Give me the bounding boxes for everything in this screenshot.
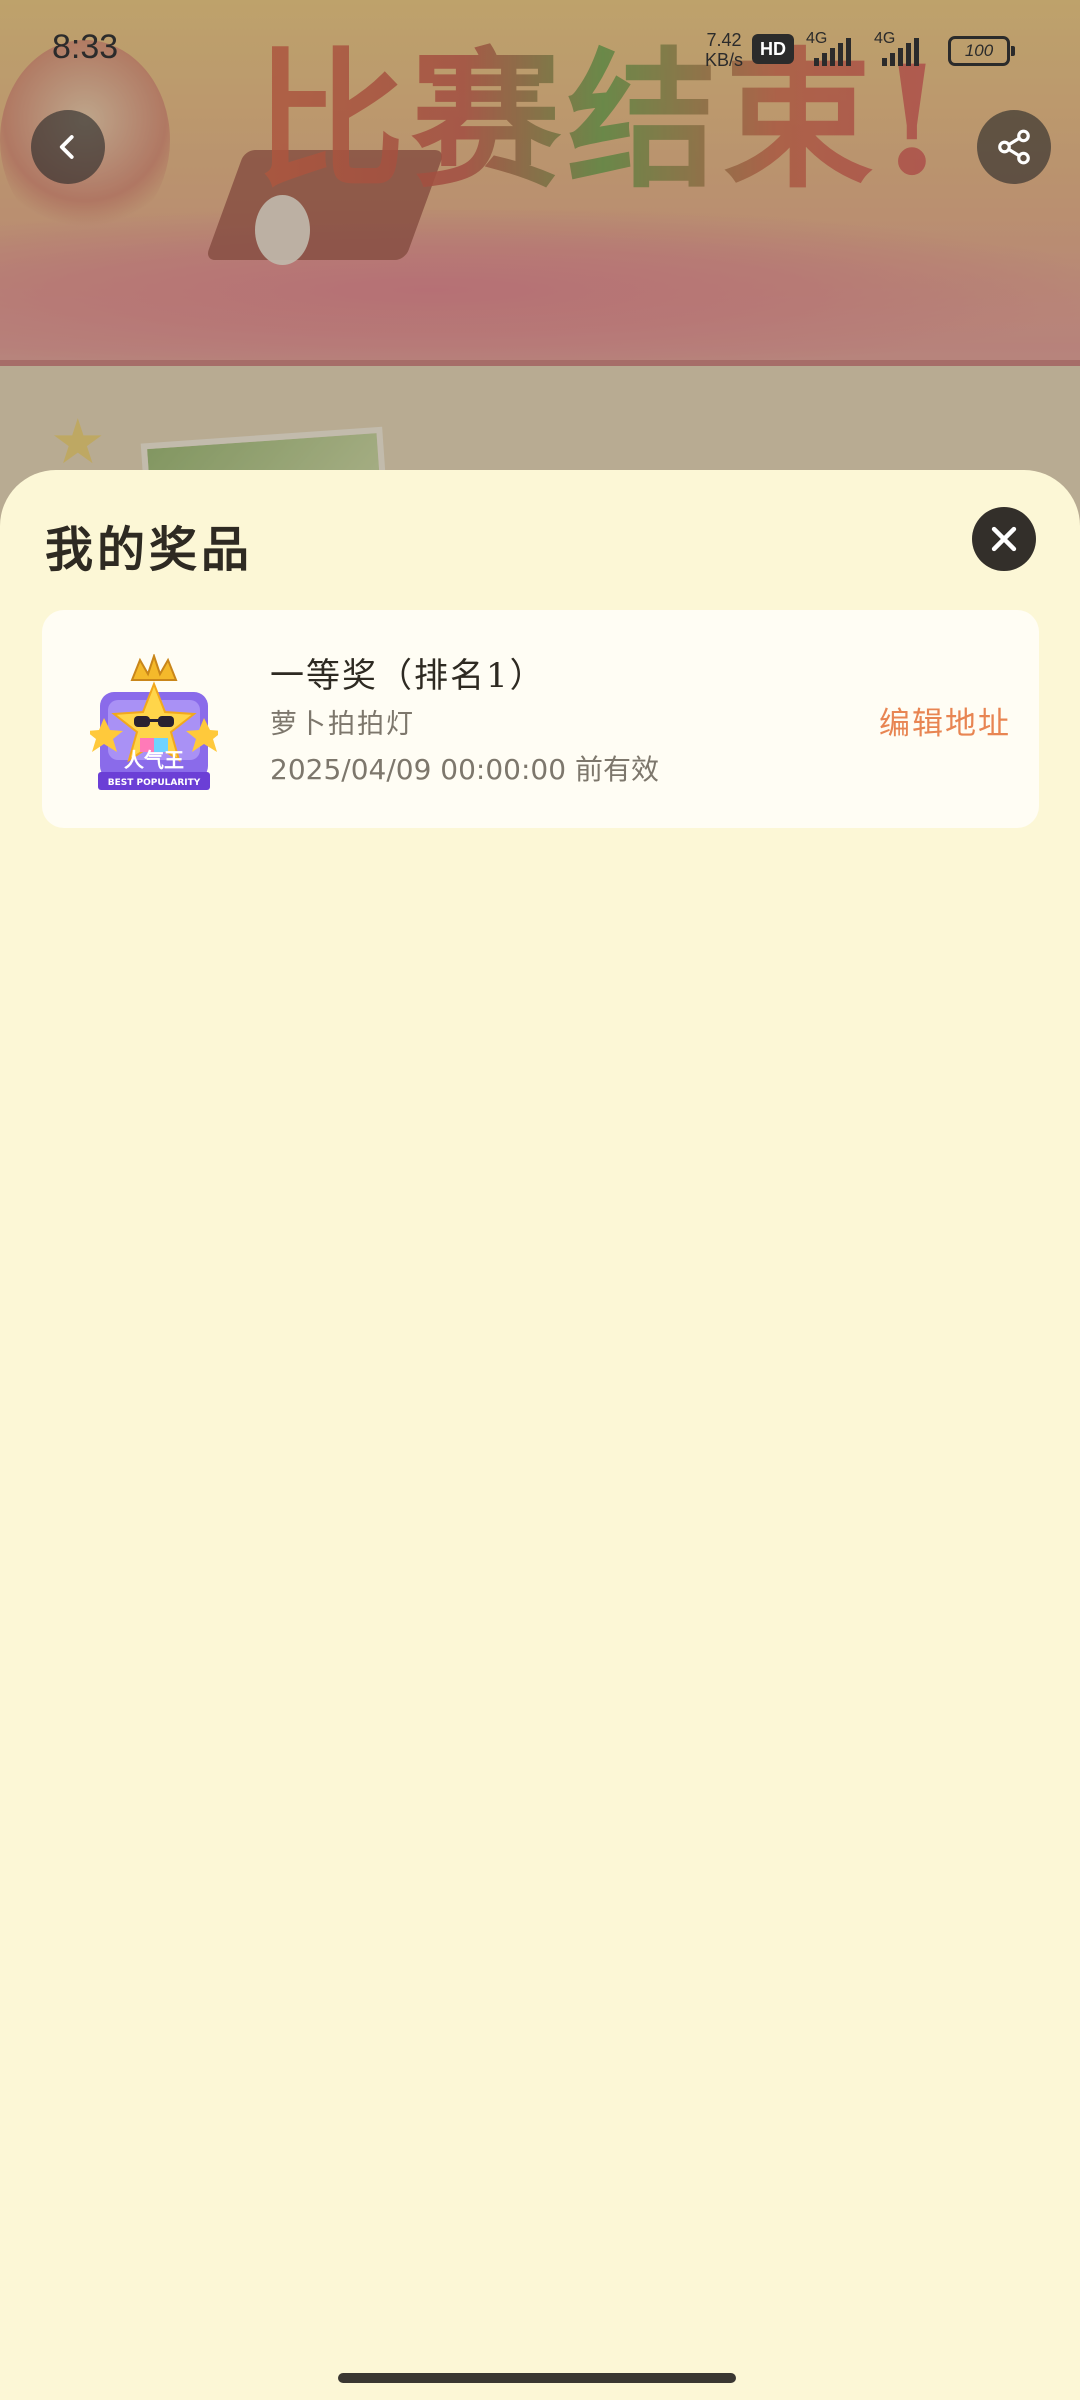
- edit-address-link[interactable]: 编辑地址: [879, 698, 1011, 743]
- hd-voice-badge: HD: [752, 34, 794, 64]
- signal-bars-icon: [882, 38, 919, 66]
- network-speed: 7.42 KB/s: [700, 30, 748, 70]
- share-icon: [998, 129, 1030, 165]
- sheet-title: 我的奖品: [45, 522, 254, 578]
- status-bar: 8:33 7.42 KB/s HD 4G 4G 100: [0, 0, 1080, 100]
- prize-name: 一等奖（排名1）: [270, 656, 546, 696]
- close-icon: [991, 526, 1017, 552]
- prize-expiry: 2025/04/09 00:00:00 前有效: [270, 753, 659, 786]
- network-speed-unit: KB/s: [704, 50, 743, 70]
- signal-icon-sim2: 4G: [874, 30, 934, 66]
- prize-card: 人气王 BEST POPULARITY 一等奖（排名1） 萝卜拍拍灯 2025/…: [42, 610, 1039, 828]
- badge-subtext: BEST POPULARITY: [108, 778, 201, 788]
- close-button[interactable]: [972, 507, 1036, 571]
- popularity-king-badge-icon: 人气王 BEST POPULARITY: [86, 652, 223, 790]
- my-prizes-sheet: 我的奖品 人气王 BEST POPULARITY 一等奖（排名1） 萝卜拍拍灯 …: [0, 470, 1080, 2400]
- home-indicator[interactable]: [338, 2373, 736, 2383]
- signal-bars-icon: [814, 38, 851, 66]
- battery-icon: 100: [948, 36, 1015, 66]
- network-speed-value: 7.42: [706, 30, 742, 50]
- chevron-left-icon: [59, 135, 74, 159]
- prize-badge-image: 人气王 BEST POPULARITY: [86, 652, 223, 794]
- badge-text: 人气王: [124, 748, 184, 772]
- battery-level: 100: [964, 41, 994, 60]
- back-button[interactable]: [31, 110, 105, 184]
- share-button[interactable]: [977, 110, 1051, 184]
- status-time: 8:33: [52, 28, 119, 66]
- signal-icon-sim1: 4G: [806, 30, 866, 66]
- prize-description: 萝卜拍拍灯: [270, 709, 415, 740]
